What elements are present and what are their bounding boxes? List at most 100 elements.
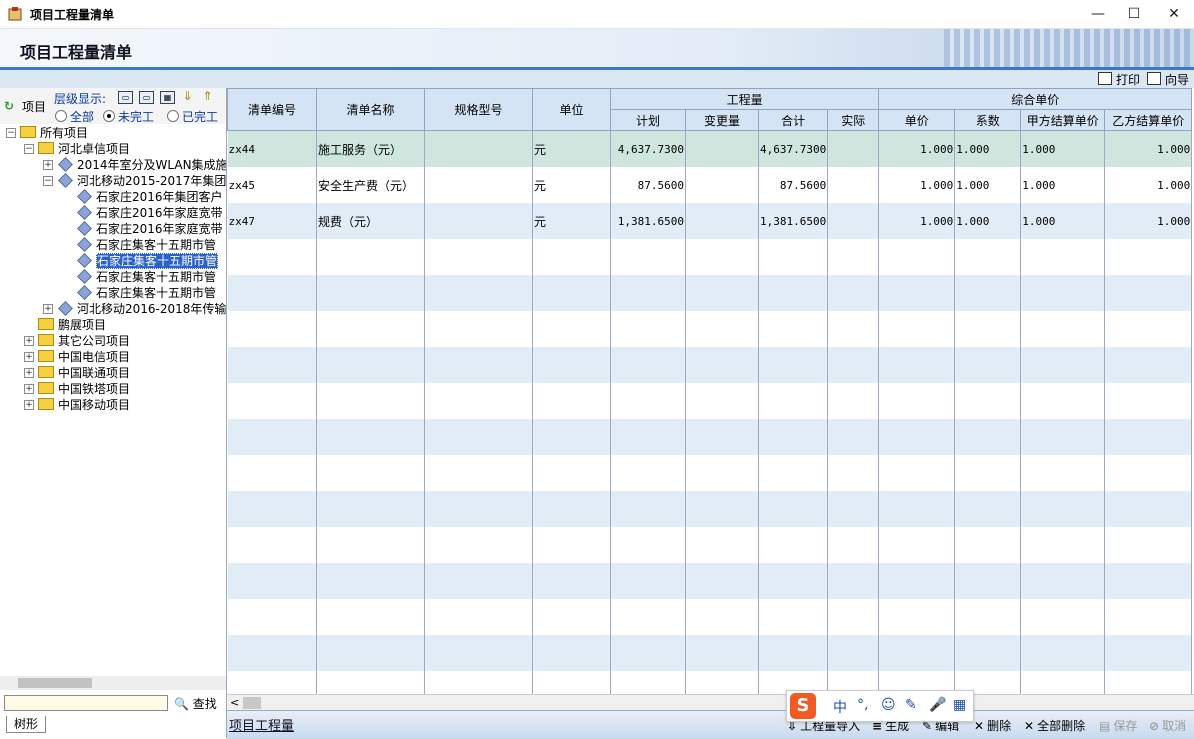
cell-spec[interactable] xyxy=(424,203,533,239)
brush-icon[interactable]: ✎ xyxy=(905,697,917,713)
filter-all-radio[interactable]: 全部 xyxy=(55,108,94,125)
tree-node[interactable]: + 中国移动项目 xyxy=(24,397,130,413)
cell-code[interactable]: zx45 xyxy=(227,167,317,203)
cell-unit-price[interactable]: 1.000 xyxy=(878,130,956,167)
cell-a-price[interactable]: 1.000 xyxy=(1020,203,1106,239)
col-header-a-price[interactable]: 甲方结算单价 xyxy=(1020,109,1106,131)
sogou-logo-icon[interactable]: S xyxy=(790,693,816,719)
tree-node[interactable]: + 中国电信项目 xyxy=(24,349,130,365)
minimize-button[interactable]: — xyxy=(1080,0,1116,28)
col-header-spec[interactable]: 规格型号 xyxy=(424,88,533,131)
col-header-name[interactable]: 清单名称 xyxy=(316,88,425,131)
expand-icon[interactable]: + xyxy=(24,336,34,346)
cell-spec[interactable] xyxy=(424,130,533,167)
col-header-unit[interactable]: 单位 xyxy=(532,88,611,131)
sort-up-icon[interactable]: ⇑ xyxy=(201,90,214,102)
cell-coefficient[interactable]: 1.000 xyxy=(954,167,1022,203)
toolbox-grid-icon[interactable]: ▦ xyxy=(953,697,966,713)
wizard-button[interactable]: 向导 xyxy=(1147,71,1189,88)
cell-name[interactable]: 施工服务（元） xyxy=(316,130,425,167)
cell-name[interactable]: 规费（元） xyxy=(316,203,425,239)
tree-search-input[interactable] xyxy=(4,695,168,711)
filter-incomplete-radio[interactable]: 未完工 xyxy=(103,108,154,125)
tree-node[interactable]: 石家庄2016年家庭宽带 xyxy=(77,221,223,237)
level-3-icon[interactable]: ▦ xyxy=(160,91,175,104)
table-row[interactable]: zx45 安全生产费（元） 元 87.5600 87.5600 1.000 1.… xyxy=(227,167,1193,203)
tree-node[interactable]: 石家庄集客十五期市管 xyxy=(77,269,216,285)
tree-node[interactable]: + 其它公司项目 xyxy=(24,333,130,349)
cell-actual[interactable] xyxy=(827,167,880,203)
cell-unit-price[interactable]: 1.000 xyxy=(878,167,956,203)
cell-actual[interactable] xyxy=(827,130,880,167)
tree-node[interactable]: − 河北卓信项目 xyxy=(24,141,130,157)
col-header-code[interactable]: 清单编号 xyxy=(227,88,317,131)
expand-icon[interactable]: + xyxy=(43,160,53,170)
tree-node-selected[interactable]: 石家庄集客十五期市管 xyxy=(77,253,219,269)
tree-node[interactable]: +2014年室分及WLAN集成施 xyxy=(43,157,226,173)
expand-icon[interactable]: + xyxy=(24,352,34,362)
cell-coefficient[interactable]: 1.000 xyxy=(954,130,1022,167)
filter-complete-radio[interactable]: 已完工 xyxy=(167,108,218,125)
cell-change[interactable] xyxy=(685,203,759,239)
cell-name[interactable]: 安全生产费（元） xyxy=(316,167,425,203)
ime-punctuation-icon[interactable]: °, xyxy=(857,697,868,713)
tree-node[interactable]: 鹏展项目 xyxy=(24,317,106,333)
scrollbar-thumb[interactable] xyxy=(18,678,92,688)
tree-node[interactable]: 石家庄2016年集团客户 xyxy=(77,189,223,205)
cell-spec[interactable] xyxy=(424,167,533,203)
expand-icon[interactable]: + xyxy=(24,400,34,410)
cell-change[interactable] xyxy=(685,167,759,203)
cell-b-price[interactable]: 1.000 xyxy=(1104,130,1193,167)
expand-icon[interactable]: + xyxy=(24,368,34,378)
ime-language-toggle[interactable]: 中 xyxy=(833,697,847,717)
tree-node[interactable]: + 中国联通项目 xyxy=(24,365,130,381)
save-button[interactable]: ▤ 保存 xyxy=(1099,717,1137,734)
col-header-coefficient[interactable]: 系数 xyxy=(954,109,1022,131)
level-1-icon[interactable]: ▭ xyxy=(118,91,133,104)
tree-horizontal-scrollbar[interactable] xyxy=(0,676,226,690)
print-button[interactable]: 打印 xyxy=(1098,71,1140,88)
tree-node[interactable]: − 河北移动2015-2017年集团 xyxy=(43,173,226,189)
cell-total[interactable]: 4,637.7300 xyxy=(758,130,829,167)
cell-change[interactable] xyxy=(685,130,759,167)
cell-actual[interactable] xyxy=(827,203,880,239)
tree-node[interactable]: 石家庄集客十五期市管 xyxy=(77,285,216,301)
col-header-change[interactable]: 变更量 xyxy=(685,109,759,131)
table-row[interactable]: zx47 规费（元） 元 1,381.6500 1,381.6500 1.000… xyxy=(227,203,1193,239)
cell-total[interactable]: 1,381.6500 xyxy=(758,203,829,239)
tree-node[interactable]: + 河北移动2016-2018年传输 xyxy=(43,301,226,317)
emoji-icon[interactable]: ☺ xyxy=(881,697,896,713)
cell-unit[interactable]: 元 xyxy=(532,203,611,239)
tab-tree-view[interactable]: 树形 xyxy=(6,716,46,733)
cell-code[interactable]: zx44 xyxy=(227,130,317,167)
col-header-unit-price[interactable]: 单价 xyxy=(878,109,956,131)
delete-button[interactable]: ✕ 删除 xyxy=(974,717,1011,734)
cell-plan[interactable]: 87.5600 xyxy=(610,167,686,203)
expand-icon[interactable]: + xyxy=(43,304,53,314)
cell-unit-price[interactable]: 1.000 xyxy=(878,203,956,239)
cell-unit[interactable]: 元 xyxy=(532,167,611,203)
tree-node[interactable]: 石家庄集客十五期市管 xyxy=(77,237,216,253)
maximize-button[interactable]: ☐ xyxy=(1116,0,1152,28)
ime-toolbar[interactable]: S 中 °, ☺ ✎ 🎤 ▦ xyxy=(786,690,974,722)
refresh-icon[interactable]: ↻ xyxy=(4,99,14,113)
collapse-icon[interactable]: − xyxy=(43,176,53,186)
tree-node[interactable]: − 所有项目 xyxy=(6,125,88,141)
col-header-plan[interactable]: 计划 xyxy=(610,109,686,131)
cell-b-price[interactable]: 1.000 xyxy=(1104,203,1193,239)
sort-down-icon[interactable]: ⇓ xyxy=(181,90,194,102)
scroll-left-icon[interactable]: < xyxy=(230,696,239,709)
search-button[interactable]: 🔍 查找 xyxy=(174,695,217,712)
tree-node[interactable]: 石家庄2016年家庭宽带 xyxy=(77,205,223,221)
cancel-button[interactable]: ⊘ 取消 xyxy=(1149,717,1186,734)
level-2-icon[interactable]: ▭ xyxy=(139,91,154,104)
collapse-icon[interactable]: − xyxy=(6,128,16,138)
cell-total[interactable]: 87.5600 xyxy=(758,167,829,203)
cell-coefficient[interactable]: 1.000 xyxy=(954,203,1022,239)
col-header-total[interactable]: 合计 xyxy=(757,109,829,131)
close-button[interactable]: ✕ xyxy=(1156,0,1192,28)
expand-icon[interactable]: + xyxy=(24,384,34,394)
cell-b-price[interactable]: 1.000 xyxy=(1104,167,1193,203)
table-row[interactable]: zx44 施工服务（元） 元 4,637.7300 4,637.7300 1.0… xyxy=(227,130,1193,167)
grid-horizontal-scrollbar[interactable]: < xyxy=(227,694,1194,711)
